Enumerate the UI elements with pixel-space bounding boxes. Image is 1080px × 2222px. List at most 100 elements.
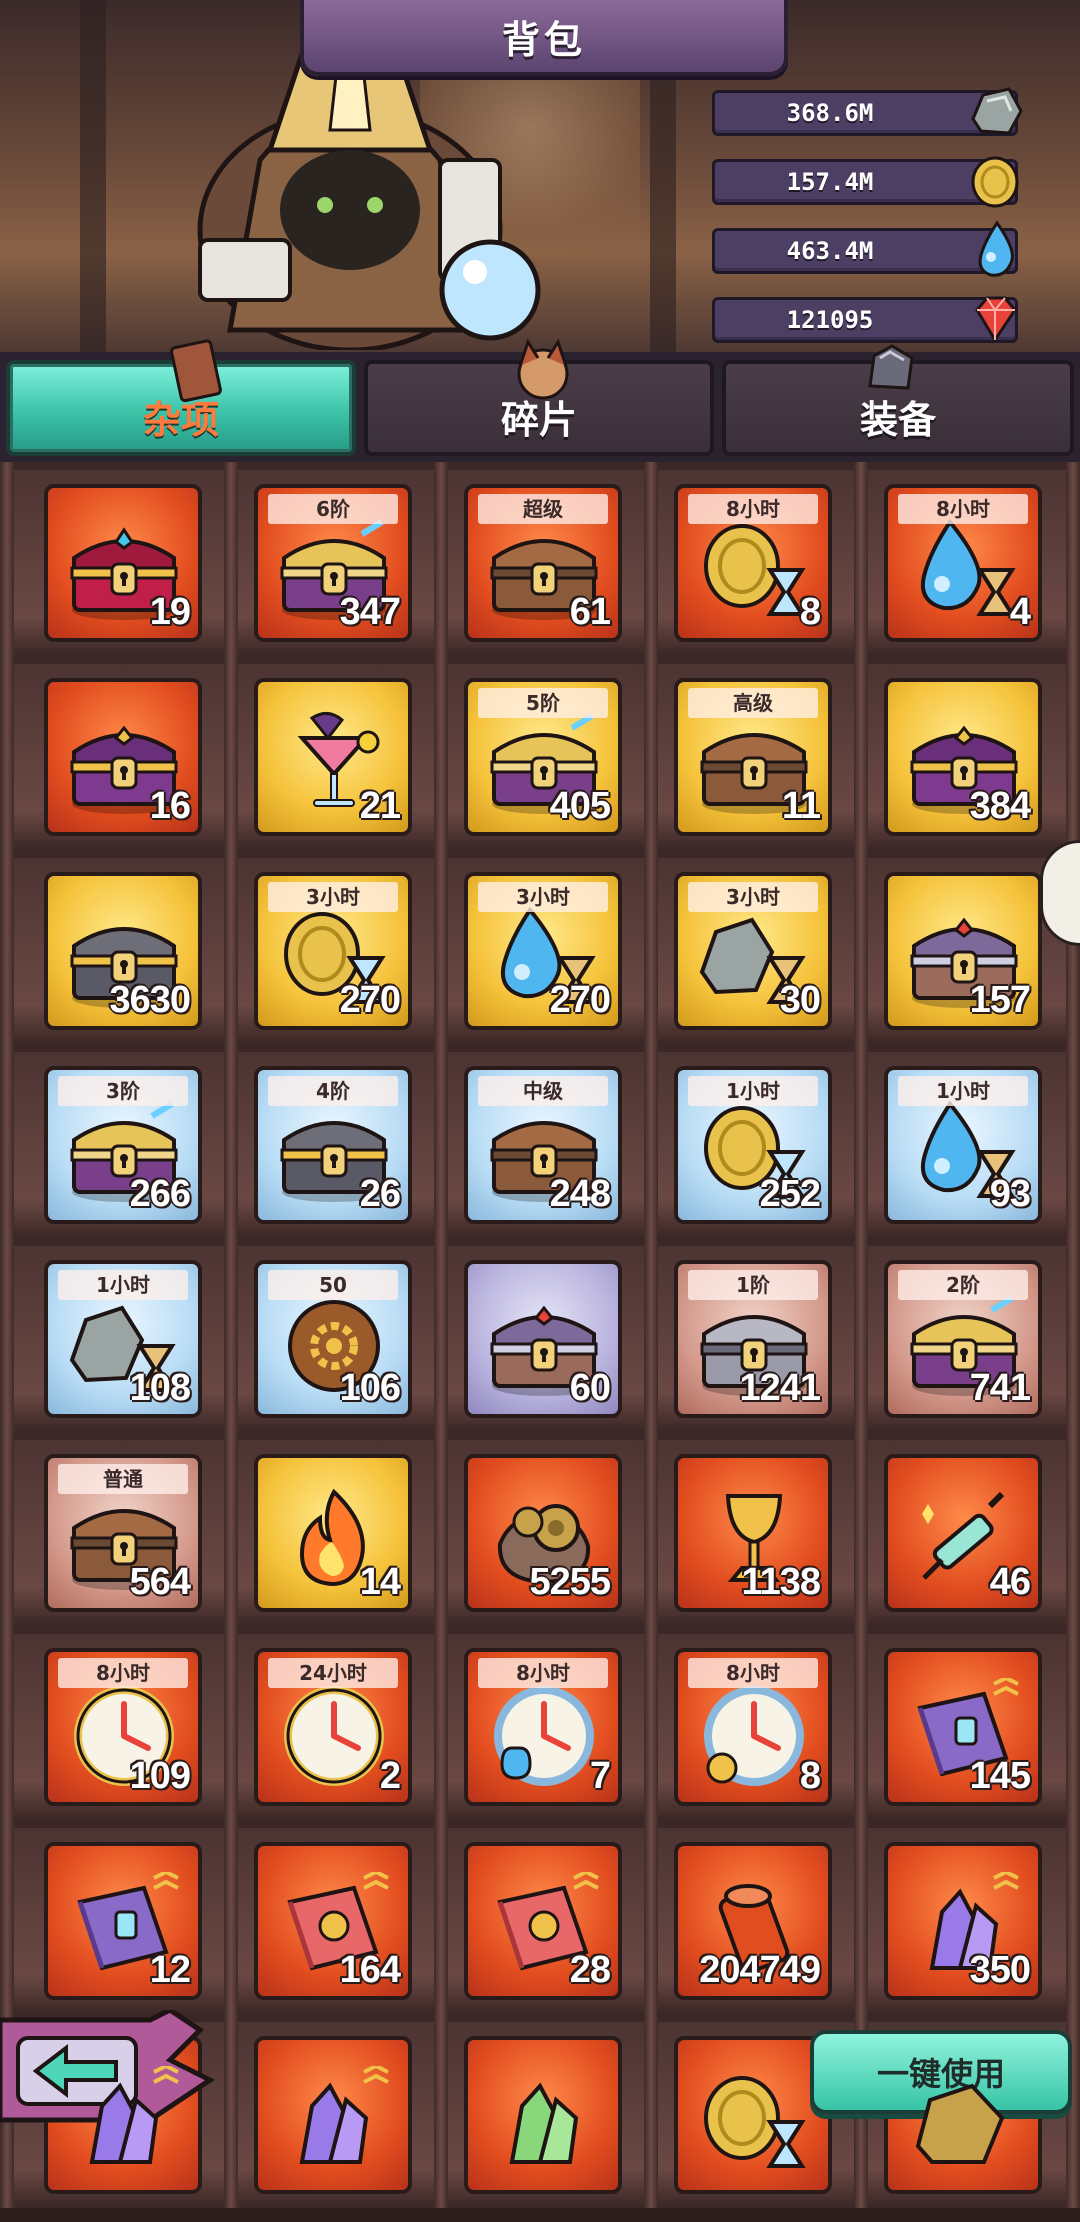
slot-quantity: 21	[359, 785, 401, 827]
shelf-divider	[1066, 1626, 1080, 1820]
slot-quantity: 12	[149, 1949, 191, 1991]
clock-icon	[284, 1686, 384, 1786]
shelf-divider	[434, 1238, 448, 1432]
inventory-slot[interactable]	[674, 2036, 832, 2194]
potion-clock-icon	[494, 1686, 594, 1786]
slot-tier-label: 8小时	[58, 1658, 188, 1688]
slot-quantity: 109	[129, 1755, 191, 1797]
shelf-divider	[1066, 1820, 1080, 2014]
shelf-row: 1小时 108 50 106 60 1阶 1241 2阶 741	[0, 1238, 1080, 1446]
inventory-slot[interactable]: 60	[464, 1260, 622, 1418]
slot-tier-label: 50	[268, 1270, 398, 1300]
inventory-slot[interactable]: 21	[254, 678, 412, 836]
shelf-divider	[1066, 1432, 1080, 1626]
inventory-slot[interactable]: 24小时 2	[254, 1648, 412, 1806]
inventory-slot[interactable]: 145	[884, 1648, 1042, 1806]
inventory-slot[interactable]: 157	[884, 872, 1042, 1030]
inventory-slot[interactable]: 14	[254, 1454, 412, 1612]
inventory-slot[interactable]: 1138	[674, 1454, 832, 1612]
shelf-divider	[224, 462, 238, 656]
inventory-slot[interactable]: 164	[254, 1842, 412, 2000]
water-drop-icon	[978, 220, 1014, 277]
inventory-slot[interactable]: 8小时 8	[674, 1648, 832, 1806]
inventory-slot[interactable]	[464, 2036, 622, 2194]
inventory-slot[interactable]: 12	[44, 1842, 202, 2000]
inventory-slot[interactable]: 3阶 266	[44, 1066, 202, 1224]
inventory-slot[interactable]: 3小时 270	[464, 872, 622, 1030]
shelf-divider	[1066, 462, 1080, 656]
shelf-divider	[854, 1626, 868, 1820]
slot-quantity: 8	[799, 1755, 821, 1797]
inventory-slot[interactable]: 4阶 26	[254, 1066, 412, 1224]
slot-quantity: 26	[359, 1173, 401, 1215]
resource-ore: 368.6M	[712, 87, 1023, 136]
slot-quantity: 8	[799, 591, 821, 633]
shelf-divider	[644, 1044, 658, 1238]
inventory-slot[interactable]: 1小时 93	[884, 1066, 1042, 1224]
shelf-divider	[1066, 1238, 1080, 1432]
inventory-slot[interactable]: 高级 11	[674, 678, 832, 836]
slot-tier-label: 8小时	[688, 1658, 818, 1688]
tab-equipment[interactable]: 装备	[722, 344, 1074, 456]
inventory-slot[interactable]: 2阶 741	[884, 1260, 1042, 1418]
shelf-divider	[0, 656, 14, 850]
inventory-slot[interactable]: 3小时 30	[674, 872, 832, 1030]
inventory-slot[interactable]: 5255	[464, 1454, 622, 1612]
slot-tier-label: 普通	[58, 1464, 188, 1494]
slot-quantity: 347	[339, 591, 401, 633]
inventory-slot[interactable]: 28	[464, 1842, 622, 2000]
inventory-slot[interactable]	[254, 2036, 412, 2194]
tab-misc[interactable]: 杂项	[6, 339, 356, 456]
inventory-slot[interactable]: 3630	[44, 872, 202, 1030]
slot-quantity: 405	[549, 785, 611, 827]
slot-quantity: 7	[589, 1755, 611, 1797]
inventory-slot[interactable]: 46	[884, 1454, 1042, 1612]
inventory-slot[interactable]: 8小时 109	[44, 1648, 202, 1806]
shelf-divider	[434, 850, 448, 1044]
slot-quantity: 741	[969, 1367, 1031, 1409]
inventory-slot[interactable]: 5阶 405	[464, 678, 622, 836]
shelf-divider	[0, 1044, 14, 1238]
inventory-slot[interactable]: 1小时 252	[674, 1066, 832, 1224]
inventory-slot[interactable]: 384	[884, 678, 1042, 836]
book-icon	[170, 339, 222, 403]
inventory-slot[interactable]: 8小时 7	[464, 1648, 622, 1806]
slot-quantity: 270	[339, 979, 401, 1021]
inventory-slot[interactable]: 3小时 270	[254, 872, 412, 1030]
slot-quantity: 106	[339, 1367, 401, 1409]
shelf-row: 3630 3小时 270 3小时 270 3小时 30 157	[0, 850, 1080, 1058]
slot-tier-label: 2阶	[898, 1270, 1028, 1300]
resource-water: 463.4M	[712, 220, 1018, 277]
slot-quantity: 145	[969, 1755, 1031, 1797]
shelf-divider	[434, 1820, 448, 2014]
inventory-slot[interactable]: 16	[44, 678, 202, 836]
slot-quantity: 164	[339, 1949, 401, 1991]
inventory-slot[interactable]: 1小时 108	[44, 1260, 202, 1418]
inventory-slot[interactable]: 普通 564	[44, 1454, 202, 1612]
inventory-grid: 19 6阶 347 超级 61 8小时 8 8小时 4 16 21 5阶 405 高级 11…	[0, 462, 1080, 2222]
slot-quantity: 157	[969, 979, 1031, 1021]
shelf-divider	[854, 1044, 868, 1238]
slot-tier-label: 3小时	[478, 882, 608, 912]
inventory-slot[interactable]: 350	[884, 1842, 1042, 2000]
slot-quantity: 2	[379, 1755, 401, 1797]
resource-value: 463.4M	[786, 237, 874, 265]
inventory-slot[interactable]: 中级 248	[464, 1066, 622, 1224]
shelf-divider	[854, 656, 868, 850]
tab-fragments[interactable]: 碎片	[364, 338, 714, 456]
inventory-slot[interactable]: 6阶 347	[254, 484, 412, 642]
slot-quantity: 93	[989, 1173, 1031, 1215]
inventory-slot[interactable]: 19	[44, 484, 202, 642]
slot-tier-label: 1小时	[58, 1270, 188, 1300]
inventory-slot[interactable]: 204749	[674, 1842, 832, 2000]
slot-quantity: 60	[569, 1367, 611, 1409]
slot-quantity: 14	[359, 1561, 401, 1603]
inventory-slot[interactable]: 8小时 8	[674, 484, 832, 642]
shelf-divider	[224, 1432, 238, 1626]
inventory-slot[interactable]: 1阶 1241	[674, 1260, 832, 1418]
inventory-slot[interactable]: 超级 61	[464, 484, 622, 642]
inventory-slot[interactable]: 50 106	[254, 1260, 412, 1418]
category-tabs: 杂项 碎片 装备	[0, 338, 1080, 462]
inventory-slot[interactable]: 8小时 4	[884, 484, 1042, 642]
slot-tier-label: 4阶	[268, 1076, 398, 1106]
